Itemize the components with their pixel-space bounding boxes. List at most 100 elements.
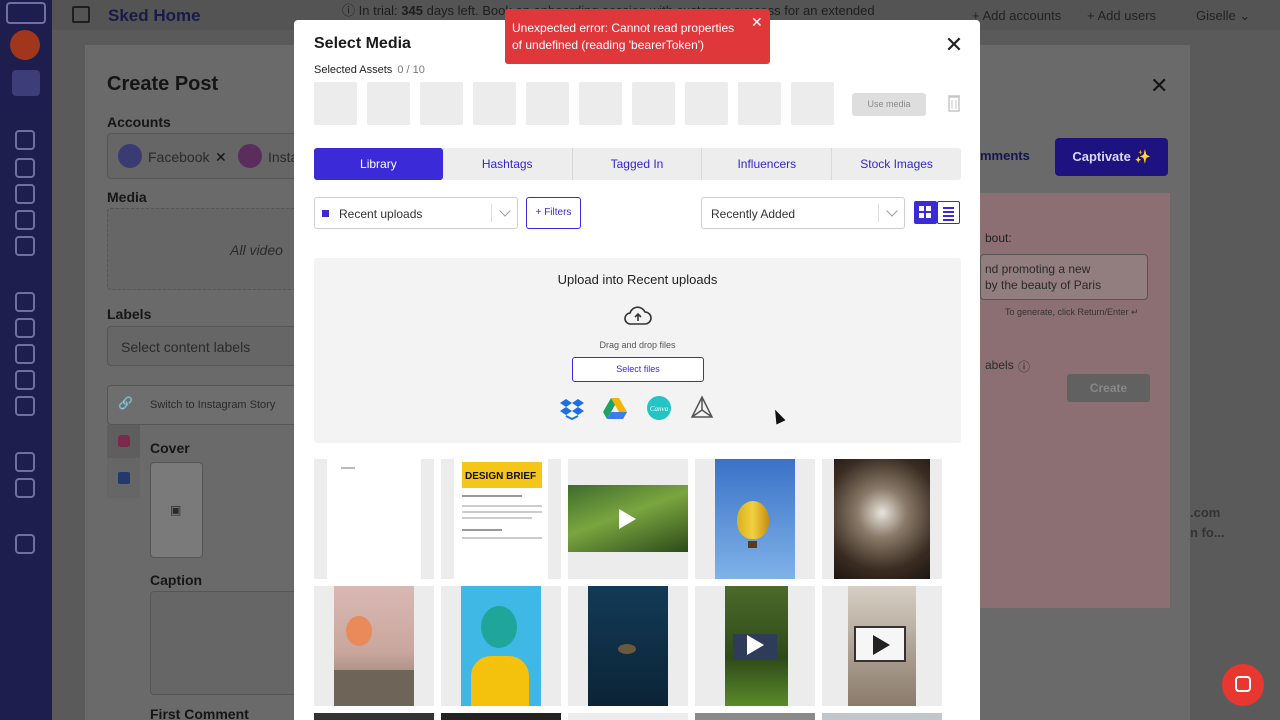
grid-view-icon[interactable] <box>914 201 937 224</box>
tab-tagged-in[interactable]: Tagged In <box>573 148 703 180</box>
asset-slot <box>579 82 622 125</box>
rail-link-icon[interactable] <box>15 478 35 498</box>
third-party-source-icon[interactable] <box>689 395 715 421</box>
tab-library[interactable]: Library <box>314 148 443 180</box>
rail-mail-icon[interactable] <box>15 452 35 472</box>
media-thumbnail-balloon-canyon[interactable] <box>314 586 434 706</box>
media-thumbnail[interactable] <box>695 713 815 720</box>
workspace-avatar[interactable] <box>10 30 40 60</box>
rail-chart-icon[interactable] <box>15 396 35 416</box>
media-source-tabs: Library Hashtags Tagged In Influencers S… <box>314 148 961 180</box>
asset-slot <box>314 82 357 125</box>
media-thumbnail[interactable] <box>314 459 434 579</box>
rail-check-icon[interactable] <box>15 370 35 390</box>
rail-document-icon[interactable] <box>15 236 35 256</box>
rail-list-icon[interactable] <box>15 344 35 364</box>
create-post-title: Create Post <box>107 73 219 95</box>
media-thumbnail-garden-video[interactable] <box>695 586 815 706</box>
dropbox-icon[interactable] <box>559 395 585 421</box>
home-icon[interactable] <box>72 6 90 23</box>
rail-phone-icon[interactable] <box>15 184 35 204</box>
asset-slot <box>738 82 781 125</box>
media-hint: All video <box>230 242 283 258</box>
rail-history-icon[interactable] <box>15 318 35 338</box>
rail-compose-icon[interactable] <box>15 130 35 150</box>
svg-text:Canva: Canva <box>650 405 669 413</box>
chat-launcher-button[interactable] <box>1222 664 1264 706</box>
create-post-close-icon[interactable]: ✕ <box>1150 73 1168 99</box>
generate-hint: To generate, click Return/Enter ↵ <box>1005 307 1139 317</box>
labels-label: Labels <box>107 306 152 322</box>
app-title: Sked Home <box>108 6 201 25</box>
labels-hint: abels <box>985 358 1014 372</box>
rail-settings-icon[interactable] <box>15 534 35 554</box>
folder-select[interactable]: Recent uploads <box>314 197 518 229</box>
comments-button[interactable]: mments <box>980 148 1030 163</box>
image-icon: ▣ <box>170 503 182 517</box>
rail-message-icon[interactable] <box>15 210 35 230</box>
list-view-icon[interactable] <box>937 201 960 224</box>
asset-slot <box>367 82 410 125</box>
media-thumbnail[interactable] <box>822 713 942 720</box>
canva-icon[interactable]: Canva <box>646 395 672 421</box>
asset-slot <box>791 82 834 125</box>
facebook-icon <box>118 472 130 484</box>
chevron-down-icon <box>499 205 511 217</box>
tab-hashtags[interactable]: Hashtags <box>443 148 573 180</box>
use-media-button[interactable]: Use media <box>852 93 926 116</box>
about-label: bout: <box>985 231 1012 245</box>
modal-title: Select Media <box>314 35 411 52</box>
rail-home-icon[interactable] <box>12 70 40 96</box>
asset-slot <box>685 82 728 125</box>
modal-close-icon[interactable]: ✕ <box>942 33 966 57</box>
about-textarea[interactable] <box>980 254 1148 300</box>
upload-dropzone[interactable]: Upload into Recent uploads Drag and drop… <box>314 258 961 443</box>
design-brief-title: DESIGN BRIEF <box>465 471 537 482</box>
about-text-line-1: nd promoting a new <box>985 262 1091 276</box>
asset-slot <box>420 82 463 125</box>
asset-slot <box>632 82 675 125</box>
media-thumbnail-balloon[interactable] <box>695 459 815 579</box>
rail-calendar-icon[interactable] <box>15 158 35 178</box>
create-button[interactable]: Create <box>1067 374 1150 402</box>
selected-count: 0 / 10 <box>397 64 425 76</box>
add-users-link[interactable]: + Add users <box>1087 8 1156 23</box>
accounts-label: Accounts <box>107 114 171 130</box>
facebook-account-avatar <box>118 144 142 168</box>
upload-title: Upload into Recent uploads <box>557 272 718 287</box>
asset-slot <box>473 82 516 125</box>
error-toast: Unexpected error: Cannot read properties… <box>505 9 770 64</box>
captivate-button[interactable]: Captivate ✨ <box>1055 138 1168 176</box>
google-drive-icon[interactable] <box>602 395 628 421</box>
account-facebook: Facebook <box>148 149 210 165</box>
media-thumbnail-laptop-video[interactable] <box>822 586 942 706</box>
media-thumbnail[interactable] <box>314 713 434 720</box>
remove-account-icon[interactable]: ✕ <box>215 149 227 166</box>
media-thumbnail-turtle[interactable] <box>568 586 688 706</box>
logo-icon <box>6 2 46 24</box>
add-accounts-link[interactable]: + Add accounts <box>972 8 1061 23</box>
link-icon: 🔗 <box>118 396 133 410</box>
nav-rail <box>0 0 52 720</box>
media-thumbnail-video[interactable] <box>568 459 688 579</box>
help-icon: ⓘ <box>1018 360 1031 374</box>
media-thumbnail-hallway[interactable] <box>822 459 942 579</box>
media-thumbnail[interactable] <box>568 713 688 720</box>
caption-textarea[interactable] <box>150 591 297 695</box>
select-files-button[interactable]: Select files <box>572 357 704 382</box>
toast-close-icon[interactable]: ✕ <box>751 15 763 29</box>
user-menu[interactable]: Giselle ⌄ <box>1196 8 1250 24</box>
tab-stock-images[interactable]: Stock Images <box>832 148 961 180</box>
tab-influencers[interactable]: Influencers <box>702 148 833 180</box>
trash-icon[interactable] <box>948 94 960 112</box>
media-thumbnail-portrait[interactable] <box>441 586 561 706</box>
rail-library-icon[interactable] <box>15 292 35 312</box>
media-thumbnail[interactable] <box>441 713 561 720</box>
about-text-line-2: by the beauty of Paris <box>985 278 1102 292</box>
instagram-account-avatar <box>238 144 262 168</box>
media-thumbnail-design-brief[interactable]: DESIGN BRIEF <box>441 459 561 579</box>
cover-label: Cover <box>150 440 190 456</box>
filters-button[interactable]: + Filters <box>526 197 581 229</box>
chevron-down-icon <box>886 205 898 217</box>
sort-select[interactable]: Recently Added <box>701 197 905 229</box>
